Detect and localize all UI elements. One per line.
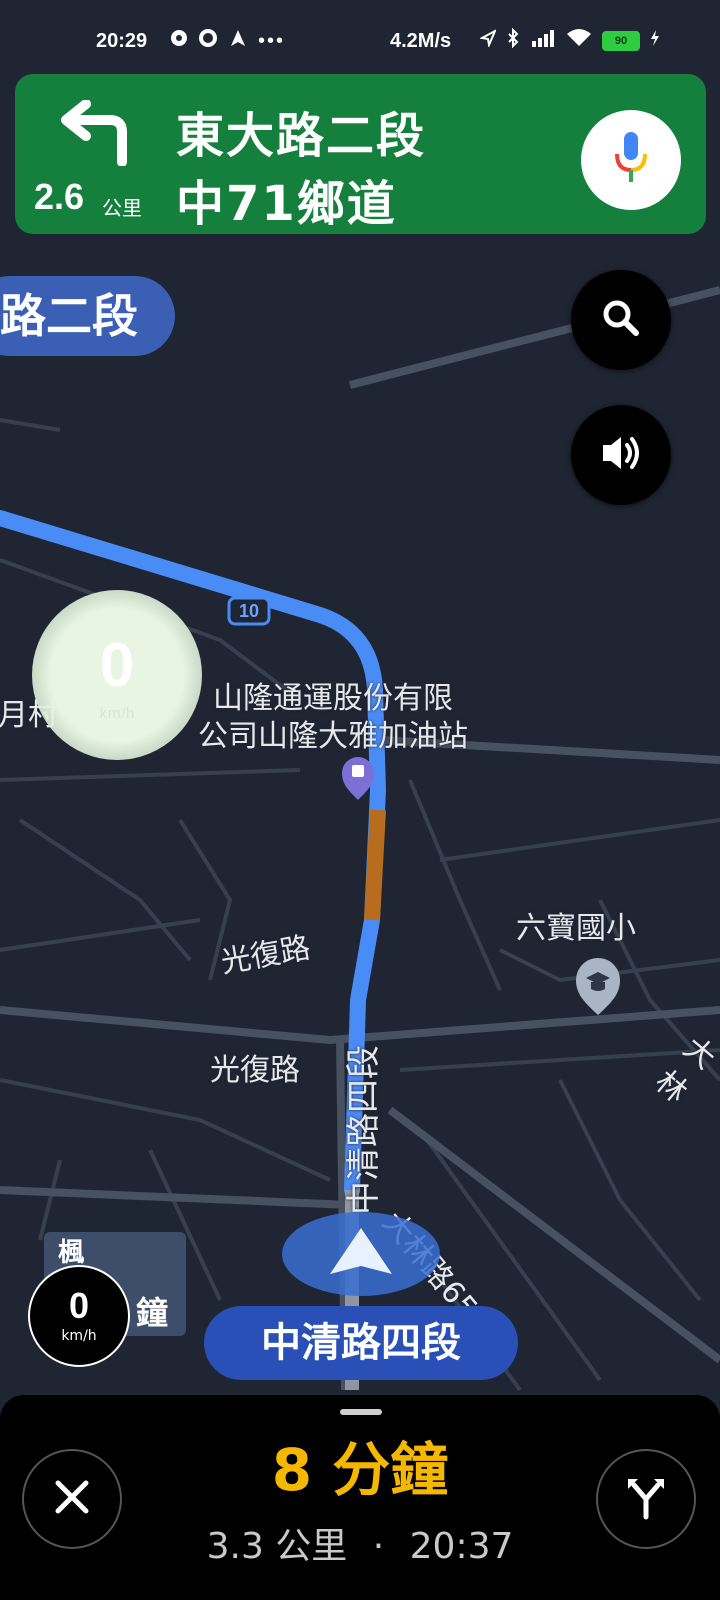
sound-button[interactable] (571, 405, 671, 505)
speed-bubble: 0 km/h (32, 590, 202, 760)
location-icon (478, 28, 498, 53)
road-label-guangfu-lower: 光復路 (210, 1053, 300, 1088)
exit-navigation-button[interactable] (22, 1449, 122, 1549)
navigation-icon (228, 28, 248, 54)
more-icon: ••• (258, 29, 286, 52)
trip-distance: 3.3 公里 (206, 1526, 348, 1567)
notification-icon (170, 29, 188, 53)
sign-char-bottom: 鐘 (136, 1294, 169, 1332)
poi-gas-station-line1[interactable]: 山隆通運股份有限 (213, 680, 453, 718)
speedometer: 0 km/h (28, 1265, 130, 1367)
speed-bubble-value: 0 (99, 631, 135, 700)
signal-icon (530, 29, 556, 53)
road-label-zhongqing: 中清路四段 (344, 1045, 384, 1215)
next-street-secondary: 中71鄉道 (176, 176, 397, 232)
microphone-icon (611, 128, 651, 192)
close-icon (52, 1477, 92, 1521)
current-road-label: 中清路四段 (204, 1306, 518, 1380)
poi-school[interactable]: 六寶國小 (516, 910, 636, 948)
poi-gas-station-line2[interactable]: 公司山隆大雅加油站 (198, 718, 468, 756)
trip-summary-panel[interactable]: 8 分鐘 3.3 公里 · 20:37 (0, 1395, 720, 1600)
speed-bubble-unit: km/h (99, 706, 135, 722)
voice-search-button[interactable] (581, 110, 681, 210)
road-name-chip[interactable]: 路二段 (0, 276, 175, 356)
settings-icon (198, 28, 218, 54)
search-icon (598, 295, 644, 345)
next-street-primary: 東大路二段 (176, 108, 427, 164)
drag-handle[interactable] (340, 1409, 382, 1415)
school-pin-icon[interactable] (574, 958, 620, 1016)
gas-station-pin-icon[interactable] (340, 755, 376, 801)
turn-left-icon (56, 99, 136, 170)
bluetooth-icon (506, 27, 520, 54)
route-shield-label: 10 (238, 601, 260, 621)
battery-icon: 90 (602, 31, 640, 51)
volume-icon (597, 431, 645, 479)
turn-distance-value: 2.6 (34, 176, 85, 217)
fork-arrows-icon (622, 1473, 670, 1525)
sign-char-top: 楓 (58, 1238, 85, 1268)
charging-icon (650, 29, 660, 53)
turn-distance-unit: 公里 (102, 196, 142, 220)
speedometer-value: 0 (68, 1285, 90, 1326)
navigation-arrow-icon (326, 1226, 396, 1282)
arrival-time: 20:37 (409, 1526, 514, 1567)
trip-separator: · (372, 1526, 385, 1567)
network-speed: 4.2M/s (390, 30, 452, 52)
status-time: 20:29 (96, 30, 148, 52)
status-bar: 20:29 ••• 4.2M/s 90 (0, 0, 720, 80)
search-button[interactable] (571, 270, 671, 370)
alternate-routes-button[interactable] (596, 1449, 696, 1549)
speedometer-unit: km/h (61, 1328, 97, 1344)
wifi-icon (566, 28, 592, 54)
